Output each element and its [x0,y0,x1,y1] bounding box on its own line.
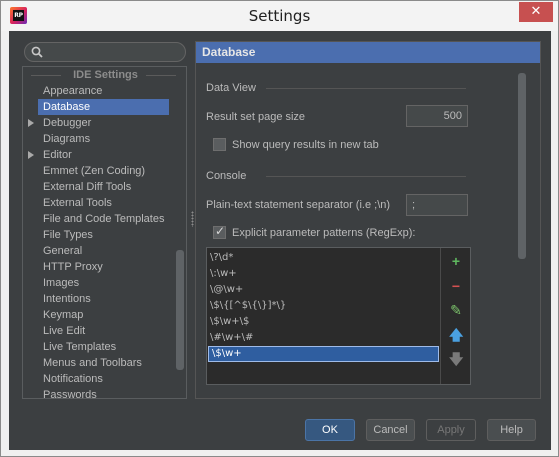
sidebar-item-label: HTTP Proxy [43,261,103,273]
help-button[interactable]: Help [487,419,536,441]
settings-tree: IDE Settings Appearance Database Debugger D… [22,66,187,399]
expand-arrow-icon[interactable] [28,151,34,159]
move-down-icon[interactable]: 🡇 [449,352,463,366]
search-icon [31,46,43,58]
sidebar-item-label: Images [43,277,80,289]
close-button[interactable]: ✕ [519,2,553,22]
data-view-section-label: Data View [206,82,466,94]
sidebar-item-menus-and-toolbars[interactable]: Menus and Toolbars [23,355,175,371]
pattern-row[interactable]: \$\{[^$\{\}]*\} [207,298,440,314]
patterns-list: \?\d* \:\w+ \@\w+ \$\{[^$\{\}]*\} \$\w+\$ \#\… [207,250,440,362]
sidebar-item-label: Keymap [43,309,84,321]
sidebar-item-label: Emmet (Zen Coding) [43,165,146,177]
page-size-label: Result set page size [206,111,306,123]
panel-title: Database [196,42,540,63]
tree-scrollbar[interactable] [176,250,184,370]
add-icon[interactable]: + [449,254,463,268]
sidebar-item-label: Appearance [43,85,103,97]
sidebar-item-label: Diagrams [43,133,91,145]
sidebar-item-label: General [43,245,83,257]
cancel-button[interactable]: Cancel [366,419,415,441]
apply-button[interactable]: Apply [426,419,476,441]
sidebar-item-label: External Diff Tools [43,181,132,193]
splitter-handle[interactable] [191,211,194,227]
settings-search-input[interactable] [24,42,186,62]
sidebar-item-passwords[interactable]: Passwords [23,387,175,399]
database-settings-panel: Database Data View Result set page size … [195,41,541,399]
separator-label: Plain-text statement separator (i.e ;\n) [206,199,391,211]
sidebar-item-label: Intentions [43,293,91,305]
patterns-table: \?\d* \:\w+ \@\w+ \$\{[^$\{\}]*\} \$\w+\$ \#\… [206,247,471,385]
patterns-toolbar: + − ✎ 🡅 🡇 [440,248,470,384]
sidebar-item-label: Live Edit [43,325,86,337]
console-section-label: Console [206,170,469,182]
sidebar-item-live-edit[interactable]: Live Edit [23,323,175,339]
sidebar-item-keymap[interactable]: Keymap [23,307,175,323]
settings-window: RP Settings ✕ IDE Settings Appearance Dat… [0,0,559,457]
sidebar-item-label: Passwords [43,389,97,399]
title-bar: RP Settings ✕ [1,1,558,31]
sidebar-item-label: Notifications [43,373,103,385]
pattern-row[interactable]: \#\w+\# [207,330,440,346]
tree-list: Appearance Database Debugger Diagrams Editor… [23,83,175,399]
sidebar-item-label: Menus and Toolbars [43,357,142,369]
move-up-icon[interactable]: 🡅 [449,328,463,342]
panel-scrollbar[interactable] [518,73,526,259]
sidebar-item-label: External Tools [43,197,112,209]
sidebar-item-general[interactable]: General [23,243,175,259]
sidebar-item-label: Database [43,101,91,113]
sidebar-item-label: File and Code Templates [43,213,165,225]
sidebar-item-notifications[interactable]: Notifications [23,371,175,387]
sidebar-item-images[interactable]: Images [23,275,175,291]
dialog-body: IDE Settings Appearance Database Debugger D… [9,31,551,450]
sidebar-item-appearance[interactable]: Appearance [23,83,175,99]
pattern-row[interactable]: \$\w+ [208,346,439,362]
sidebar-item-editor[interactable]: Editor [23,147,175,163]
sidebar-item-label: Debugger [43,117,92,129]
page-size-field[interactable]: 500 [406,105,468,127]
ok-button[interactable]: OK [305,419,355,441]
window-title: Settings [248,7,311,25]
pattern-row[interactable]: \?\d* [207,250,440,266]
sidebar-item-file-types[interactable]: File Types [23,227,175,243]
edit-icon[interactable]: ✎ [449,303,463,317]
show-query-label: Show query results in new tab [232,139,379,151]
pattern-row[interactable]: \@\w+ [207,282,440,298]
expand-arrow-icon[interactable] [28,119,34,127]
sidebar-item-label: File Types [43,229,93,241]
sidebar-item-file-and-code-templates[interactable]: File and Code Templates [23,211,175,227]
remove-icon[interactable]: − [449,279,463,293]
sidebar-item-label: Editor [43,149,72,161]
sidebar-item-live-templates[interactable]: Live Templates [23,339,175,355]
sidebar-item-external-diff-tools[interactable]: External Diff Tools [23,179,175,195]
pattern-row[interactable]: \$\w+\$ [207,314,440,330]
explicit-patterns-label: Explicit parameter patterns (RegExp): [232,227,416,239]
separator-field[interactable]: ; [406,194,468,216]
sidebar-item-http-proxy[interactable]: HTTP Proxy [23,259,175,275]
sidebar-item-emmet-zen-coding[interactable]: Emmet (Zen Coding) [23,163,175,179]
sidebar-item-intentions[interactable]: Intentions [23,291,175,307]
sidebar-item-database[interactable]: Database [38,99,169,115]
pattern-row[interactable]: \:\w+ [207,266,440,282]
sidebar-item-external-tools[interactable]: External Tools [23,195,175,211]
sidebar-item-debugger[interactable]: Debugger [23,115,175,131]
sidebar-item-label: Live Templates [43,341,117,353]
explicit-patterns-checkbox[interactable] [213,224,226,239]
show-query-checkbox[interactable] [213,138,226,151]
tree-header: IDE Settings [23,67,186,83]
sidebar-item-diagrams[interactable]: Diagrams [23,131,175,147]
